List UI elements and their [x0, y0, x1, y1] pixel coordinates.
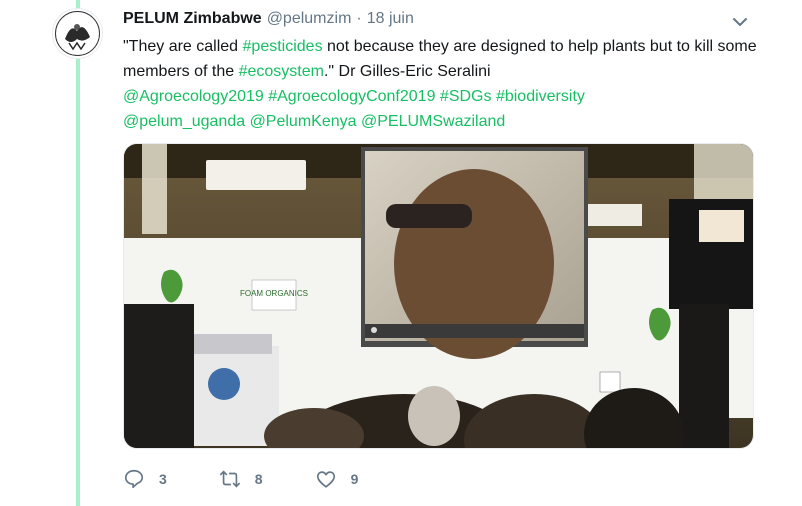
retweet-icon — [219, 470, 241, 488]
retweet-count: 8 — [254, 471, 263, 487]
chevron-down-icon[interactable] — [730, 12, 750, 32]
like-count: 9 — [350, 471, 359, 487]
tweet-photo[interactable]: FOAM ORGANICS — [123, 143, 754, 449]
like-button[interactable]: 9 — [315, 468, 359, 490]
reply-count: 3 — [159, 471, 167, 487]
mention-pelumkenya[interactable]: @PelumKenya — [250, 113, 357, 130]
mention-pelum-uganda[interactable]: @pelum_uganda — [123, 113, 245, 130]
reply-icon — [124, 469, 144, 489]
author-name[interactable]: PELUM Zimbabwe — [123, 10, 262, 28]
banner-logo-text: FOAM ORGANICS — [240, 289, 308, 298]
tweet-date[interactable]: 18 juin — [367, 10, 414, 28]
reply-button[interactable]: 3 — [123, 468, 167, 490]
separator-dot: · — [356, 10, 362, 27]
thread-line — [76, 0, 80, 506]
tweet-actions: 3 8 9 — [123, 466, 410, 492]
hashtag-sdgs[interactable]: #SDGs — [440, 88, 492, 105]
hashtag-agroecologyconf2019[interactable]: #AgroecologyConf2019 — [268, 88, 435, 105]
tweet-header: PELUM Zimbabwe @pelumzim · 18 juin — [123, 8, 414, 30]
hashtag-biodiversity[interactable]: #biodiversity — [496, 88, 585, 105]
conference-photo: FOAM ORGANICS — [124, 144, 753, 448]
pelum-logo-icon — [55, 11, 100, 56]
hashtag-pesticides[interactable]: #pesticides — [243, 38, 323, 55]
mention-agroecology2019[interactable]: @Agroecology2019 — [123, 88, 264, 105]
text-segment: "They are called — [123, 38, 243, 55]
retweet-button[interactable]: 8 — [219, 468, 263, 490]
avatar[interactable] — [52, 8, 103, 59]
heart-icon — [316, 471, 335, 488]
tweet-text: "They are called #pesticides not because… — [123, 34, 763, 134]
author-handle[interactable]: @pelumzim — [267, 10, 352, 28]
text-segment: ." Dr Gilles-Eric Seralini — [323, 63, 491, 80]
mention-pelumswaziland[interactable]: @PELUMSwaziland — [361, 113, 505, 130]
hashtag-ecosystem[interactable]: #ecosystem — [239, 63, 324, 80]
